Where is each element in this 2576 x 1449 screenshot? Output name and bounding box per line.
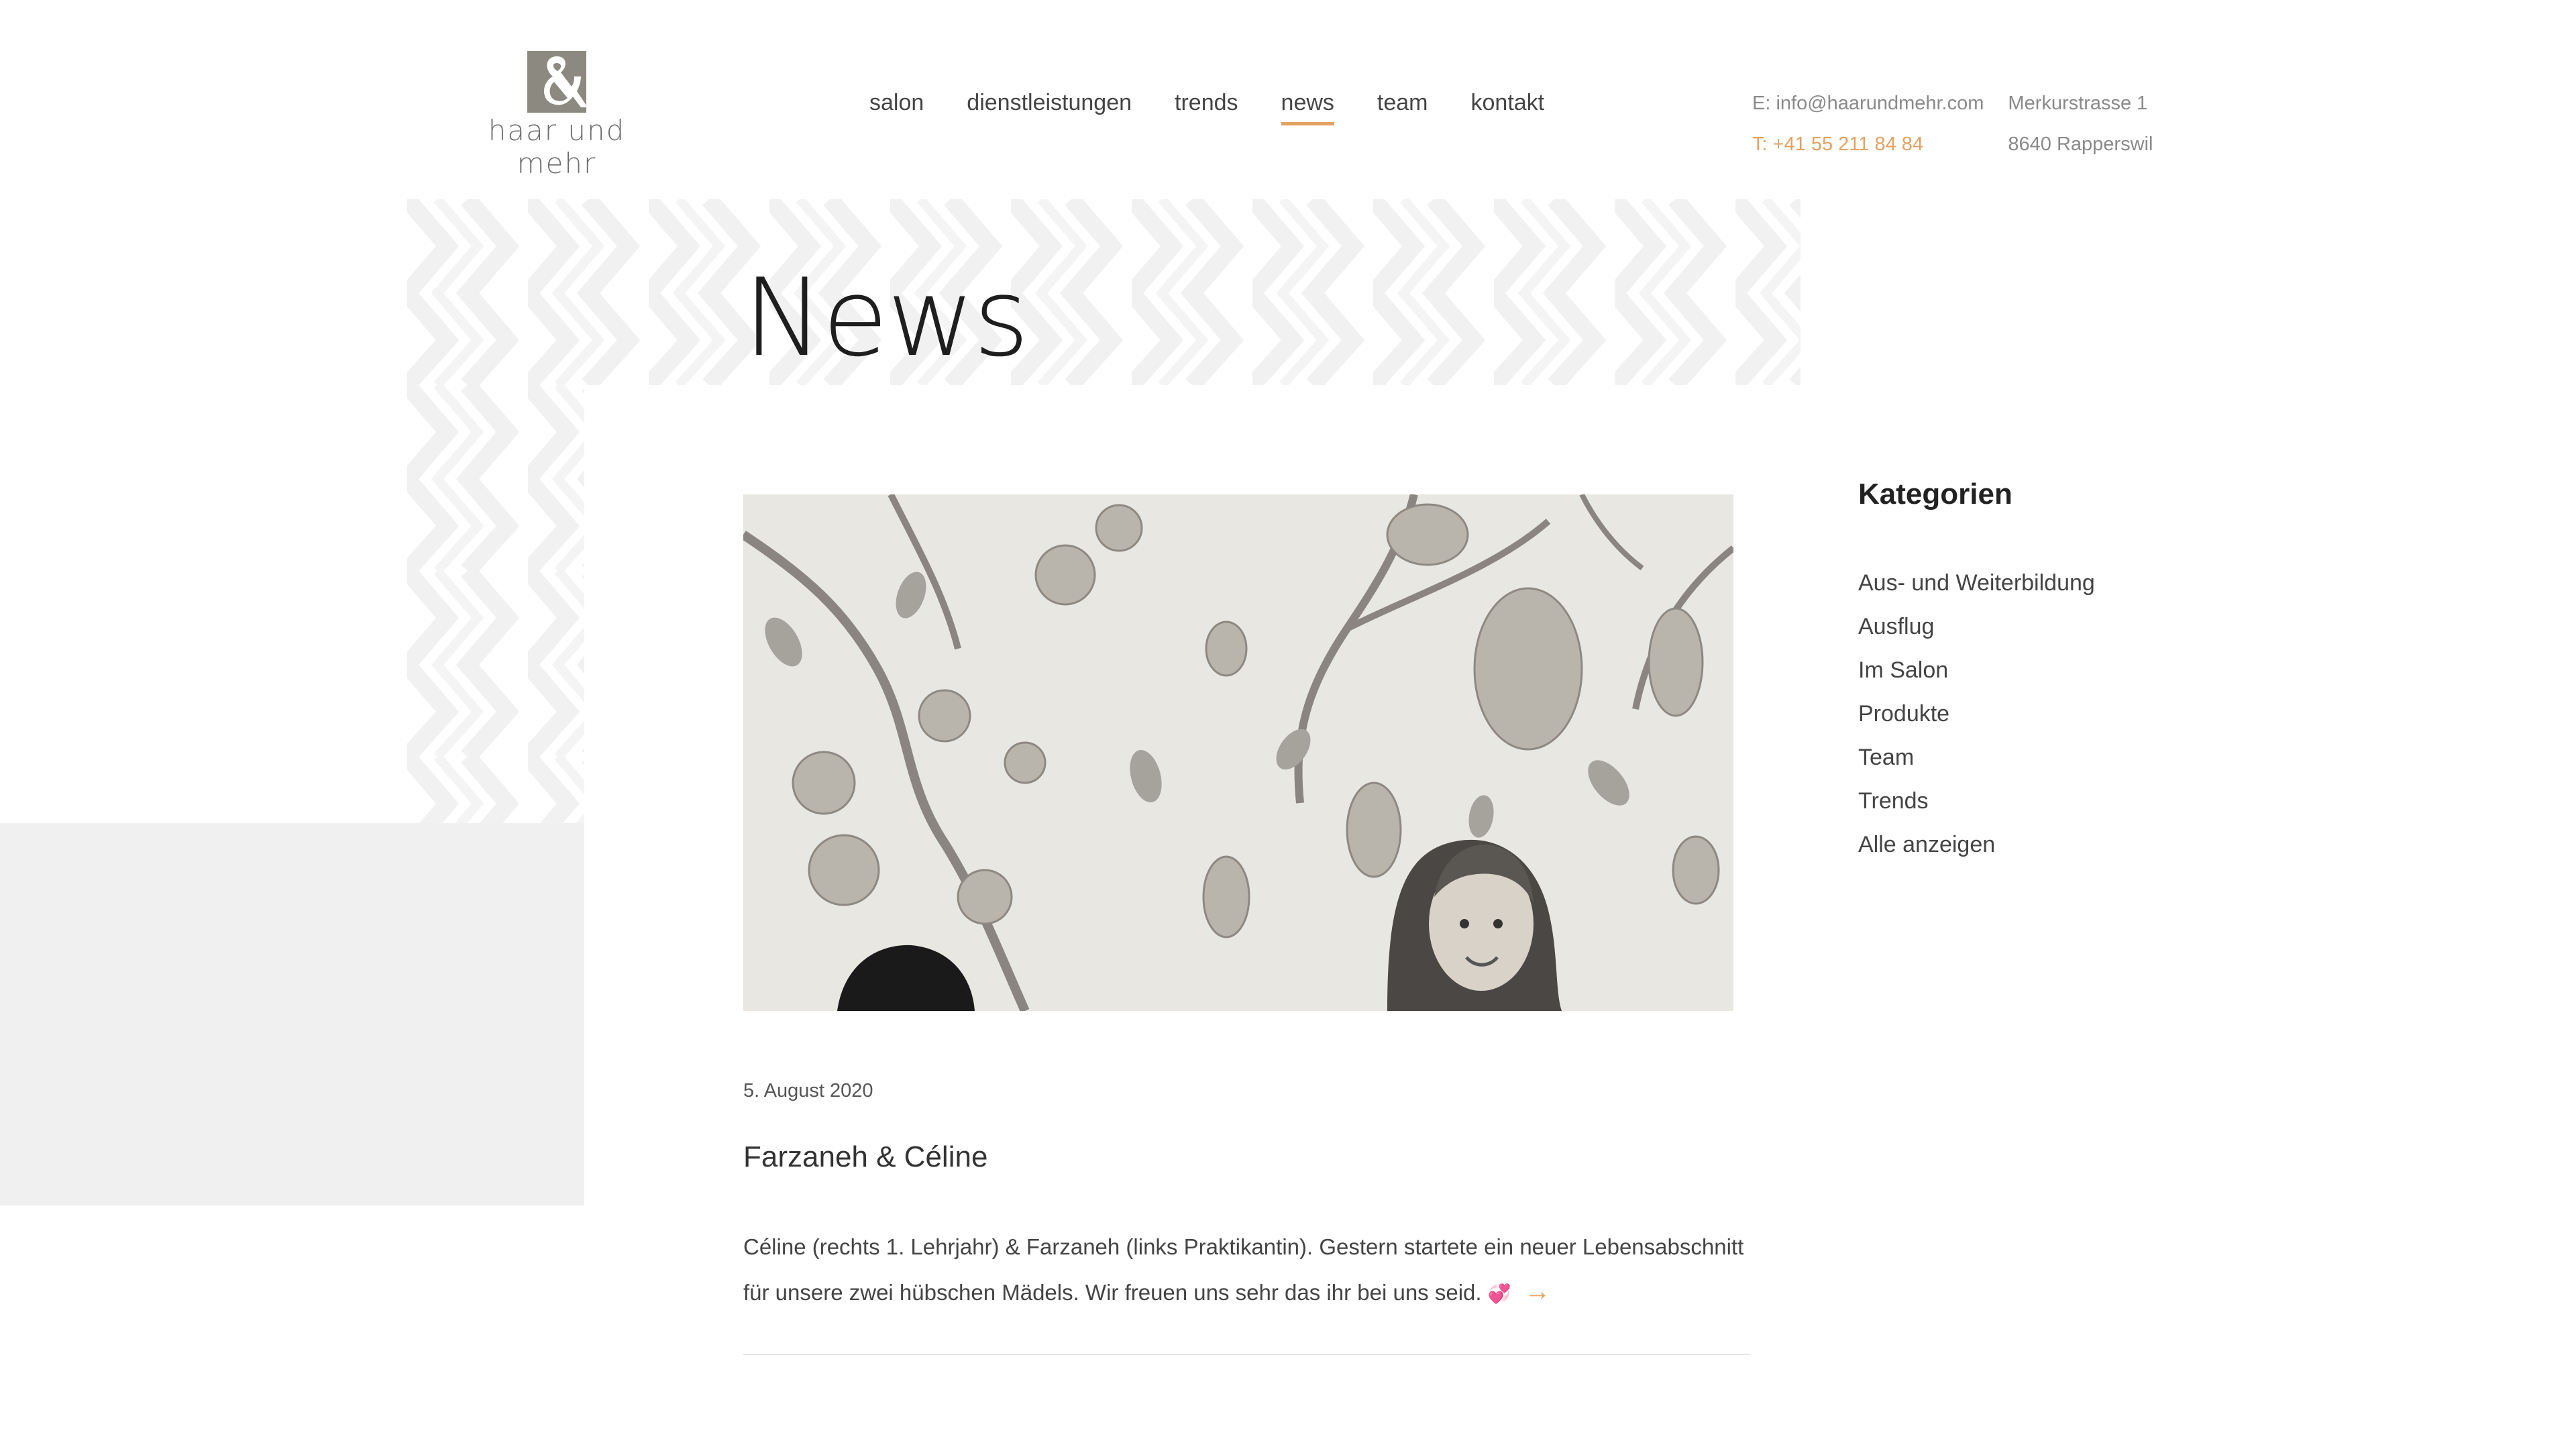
main-navigation: salon dienstleistungen trends news team … (869, 90, 1544, 125)
category-aus-und-weiterbildung[interactable]: Aus- und Weiterbildung (1858, 566, 2095, 610)
content-background (584, 385, 1801, 392)
category-produkte[interactable]: Produkte (1858, 697, 2095, 741)
post-title-link[interactable]: Farzaneh & Céline (743, 1140, 987, 1174)
site-logo[interactable]: haar und mehr (456, 48, 657, 180)
post-date: 5. August 2020 (743, 1080, 873, 1102)
contact-street: Merkurstrasse 1 (2008, 93, 2148, 114)
ampersand-logo-icon (523, 48, 590, 115)
nav-item-dienstleistungen[interactable]: dienstleistungen (967, 90, 1132, 125)
decorative-grey-block (0, 823, 584, 1205)
post-featured-image[interactable] (743, 494, 1733, 1011)
sidebar-title: Kategorien (1858, 478, 2012, 511)
read-more-arrow-link[interactable]: → (1524, 1277, 1551, 1306)
category-team[interactable]: Team (1858, 741, 2095, 784)
page: haar und mehr salon dienstleistungen tre… (0, 0, 2576, 1449)
contact-info: E: info@haarundmehr.com Merkurstrasse 1 … (1752, 93, 2153, 156)
post-excerpt: Céline (rechts 1. Lehrjahr) & Farzaneh (… (743, 1225, 1750, 1316)
post-divider (743, 1354, 1750, 1355)
category-im-salon[interactable]: Im Salon (1858, 653, 2095, 697)
nav-item-team[interactable]: team (1377, 90, 1428, 125)
nav-item-news[interactable]: news (1281, 90, 1335, 125)
contact-phone-link[interactable]: T: +41 55 211 84 84 (1752, 133, 1984, 156)
post-excerpt-text: Céline (rechts 1. Lehrjahr) & Farzaneh (… (743, 1234, 1744, 1305)
nav-item-trends[interactable]: trends (1175, 90, 1238, 125)
page-title: News (743, 255, 1029, 380)
decorative-pattern-column (407, 199, 584, 823)
logo-text: haar und mehr (488, 114, 626, 180)
decorative-pattern-band (407, 199, 1801, 385)
contact-city: 8640 Rapperswil (2008, 133, 2153, 155)
category-ausflug[interactable]: Ausflug (1858, 610, 2095, 653)
nav-item-salon[interactable]: salon (869, 90, 924, 125)
category-alle-anzeigen[interactable]: Alle anzeigen (1858, 828, 2095, 871)
category-list: Aus- und Weiterbildung Ausflug Im Salon … (1858, 566, 2095, 871)
heart-emoji-icon: 💞 (1487, 1283, 1511, 1304)
contact-email-link[interactable]: E: info@haarundmehr.com (1752, 93, 1984, 115)
category-trends[interactable]: Trends (1858, 784, 2095, 828)
nav-item-kontakt[interactable]: kontakt (1471, 90, 1545, 125)
